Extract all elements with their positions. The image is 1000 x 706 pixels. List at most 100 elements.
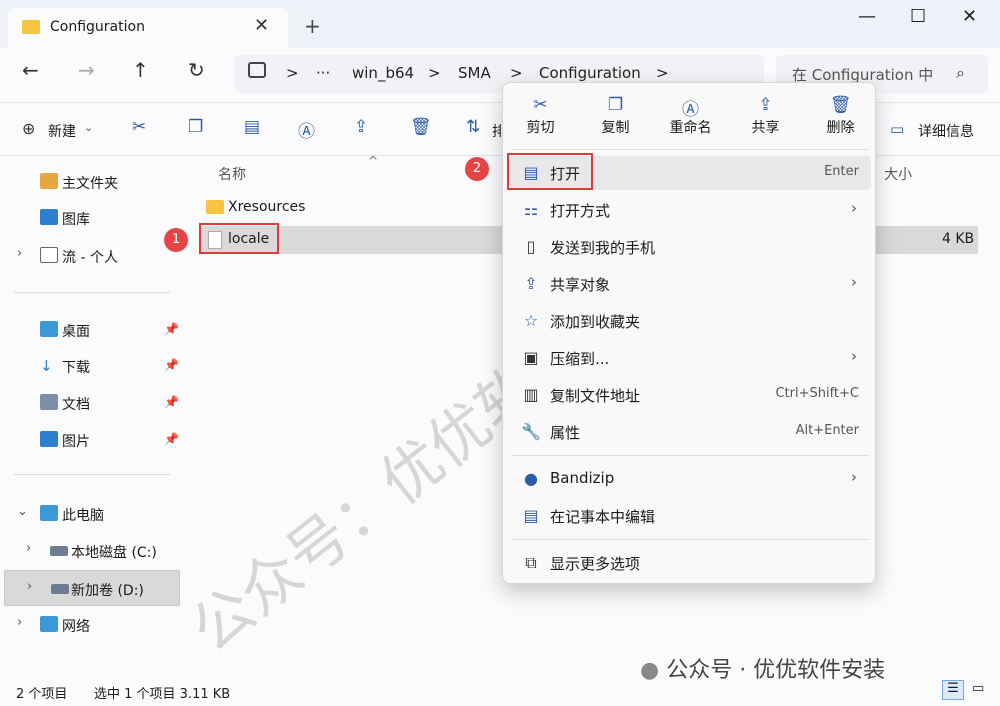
breadcrumb-win-b64[interactable]: win_b64 bbox=[352, 64, 414, 82]
breadcrumb-ellipsis[interactable]: ··· bbox=[316, 64, 330, 82]
pin-icon[interactable]: 📌 bbox=[164, 322, 179, 336]
refresh-button[interactable]: ↻ bbox=[188, 58, 205, 82]
folder-icon bbox=[22, 20, 40, 34]
open-with-icon: ⚏ bbox=[523, 200, 539, 219]
chevron-down-icon: ⌄ bbox=[84, 121, 94, 134]
menu-item-compress[interactable]: ▣ 压缩到... › bbox=[509, 341, 871, 375]
cut-icon[interactable]: ✂ bbox=[132, 117, 146, 137]
tab-title: Configuration bbox=[50, 19, 145, 35]
menu-item-share-with[interactable]: ⇪ 共享对象 › bbox=[509, 267, 871, 301]
column-header-name[interactable]: 名称 bbox=[218, 164, 246, 184]
copy-button[interactable]: ❐ 复制 bbox=[578, 95, 653, 137]
sidebar-item-gallery[interactable]: 图库 bbox=[0, 200, 182, 236]
chevron-right-icon: › bbox=[851, 273, 857, 291]
breadcrumb-configuration[interactable]: Configuration bbox=[539, 64, 641, 82]
sidebar-item-label: 下载 bbox=[62, 360, 90, 376]
tab-configuration[interactable]: Configuration ✕ bbox=[8, 8, 288, 48]
column-header-size[interactable]: 大小 bbox=[884, 164, 912, 184]
sidebar-item-network[interactable]: › 网络 bbox=[0, 607, 182, 643]
file-row[interactable]: Xresources bbox=[200, 194, 500, 222]
sidebar-item-thispc[interactable]: ⌄ 此电脑 bbox=[0, 496, 182, 532]
step-badge-2: 2 bbox=[465, 157, 489, 181]
back-button[interactable]: ← bbox=[22, 58, 39, 82]
sidebar-item-drive-c[interactable]: › 本地磁盘 (C:) bbox=[0, 533, 182, 569]
details-pane-button[interactable]: 详细信息 bbox=[918, 121, 974, 141]
chevron-right-icon[interactable]: › bbox=[26, 541, 31, 556]
close-window-button[interactable]: ✕ bbox=[962, 6, 977, 27]
details-view-icon[interactable]: ☰ bbox=[942, 680, 964, 700]
sidebar-item-personal[interactable]: › 流 - 个人 bbox=[0, 238, 182, 274]
sidebar-item-downloads[interactable]: ↓ 下载 📌 bbox=[0, 348, 182, 384]
sidebar-item-drive-d[interactable]: › 新加卷 (D:) bbox=[4, 570, 180, 606]
menu-item-properties[interactable]: 🔧 属性 Alt+Enter bbox=[509, 415, 871, 449]
share-icon[interactable]: ⇪ bbox=[354, 117, 368, 137]
details-pane-icon[interactable]: ▭ bbox=[890, 120, 904, 138]
breadcrumb-sma[interactable]: SMA bbox=[458, 64, 491, 82]
download-icon: ↓ bbox=[40, 357, 53, 375]
rename-button[interactable]: Ⓐ 重命名 bbox=[653, 95, 728, 137]
pin-icon[interactable]: 📌 bbox=[164, 395, 179, 409]
cut-button[interactable]: ✂ 剪切 bbox=[503, 95, 578, 137]
chevron-right-icon: › bbox=[851, 468, 857, 486]
share-button[interactable]: ⇪ 共享 bbox=[728, 95, 803, 137]
zip-icon: ▣ bbox=[523, 348, 539, 367]
gallery-icon bbox=[40, 209, 58, 225]
new-tab-button[interactable]: + bbox=[304, 14, 321, 38]
sidebar-item-documents[interactable]: 文档 📌 bbox=[0, 385, 182, 421]
paste-icon[interactable]: ▤ bbox=[244, 117, 260, 137]
pin-icon[interactable]: 📌 bbox=[164, 432, 179, 446]
home-icon bbox=[40, 173, 58, 189]
highlight-box bbox=[199, 223, 279, 254]
sidebar-item-label: 主文件夹 bbox=[62, 176, 118, 192]
new-icon[interactable]: ⊕ bbox=[22, 119, 35, 138]
step-badge-1: 1 bbox=[164, 228, 188, 252]
sort-icon[interactable]: ⇅ bbox=[466, 117, 480, 137]
menu-item-copy-path[interactable]: ▥ 复制文件地址 Ctrl+Shift+C bbox=[509, 378, 871, 412]
menu-item-edit-notepad[interactable]: ▤ 在记事本中编辑 bbox=[509, 499, 871, 533]
new-button[interactable]: 新建 bbox=[48, 121, 76, 141]
delete-button[interactable]: 🗑 删除 bbox=[803, 95, 878, 137]
pin-icon[interactable]: 📌 bbox=[164, 358, 179, 372]
chevron-right-icon[interactable]: › bbox=[17, 615, 22, 630]
network-icon bbox=[40, 616, 58, 632]
minimize-button[interactable]: — bbox=[858, 6, 876, 27]
document-icon bbox=[40, 247, 58, 263]
tab-close-icon[interactable]: ✕ bbox=[254, 15, 269, 36]
navigation-pane: 主文件夹 图库 › 流 - 个人 桌面 📌 ↓ 下载 📌 文档 📌 图片 📌 ⌄… bbox=[0, 156, 182, 676]
sidebar-item-home[interactable]: 主文件夹 bbox=[0, 164, 182, 200]
tiles-view-icon[interactable]: ▭ bbox=[972, 681, 984, 696]
highlight-box bbox=[507, 153, 593, 190]
star-icon: ☆ bbox=[523, 311, 539, 330]
chevron-right-icon[interactable]: › bbox=[27, 579, 32, 594]
chevron-down-icon[interactable]: ⌄ bbox=[17, 504, 28, 519]
chevron-right-icon: › bbox=[851, 347, 857, 365]
selection-info: 选中 1 个项目 3.11 KB bbox=[94, 687, 231, 702]
menu-item-bandizip[interactable]: ● Bandizip › bbox=[509, 462, 871, 496]
sidebar-item-desktop[interactable]: 桌面 📌 bbox=[0, 312, 182, 348]
forward-button[interactable]: → bbox=[78, 58, 95, 82]
wrench-icon: 🔧 bbox=[521, 422, 541, 441]
file-name: Xresources bbox=[228, 199, 306, 215]
copy-icon: ❐ bbox=[607, 95, 624, 115]
sidebar-item-label: 流 - 个人 bbox=[62, 250, 118, 266]
sidebar-item-pictures[interactable]: 图片 📌 bbox=[0, 422, 182, 458]
wechat-icon: ● bbox=[640, 658, 660, 683]
rename-icon: Ⓐ bbox=[682, 100, 699, 120]
menu-item-show-more[interactable]: ⧉ 显示更多选项 bbox=[509, 546, 871, 580]
menu-item-send-to-phone[interactable]: ▯ 发送到我的手机 bbox=[509, 230, 871, 264]
desktop-icon bbox=[40, 321, 58, 337]
sidebar-item-label: 图片 bbox=[62, 434, 90, 450]
sidebar-item-label: 本地磁盘 (C:) bbox=[71, 545, 157, 561]
chevron-right-icon[interactable]: › bbox=[17, 246, 22, 261]
up-button[interactable]: ↑ bbox=[132, 58, 149, 82]
copy-path-icon: ▥ bbox=[523, 385, 539, 404]
menu-item-add-favorites[interactable]: ☆ 添加到收藏夹 bbox=[509, 304, 871, 338]
delete-icon[interactable]: 🗑 bbox=[410, 117, 432, 137]
breadcrumb-sep: > bbox=[656, 64, 669, 82]
rename-icon[interactable]: Ⓐ bbox=[298, 117, 315, 142]
menu-item-open-with[interactable]: ⚏ 打开方式 › bbox=[509, 193, 871, 227]
maximize-button[interactable]: ☐ bbox=[910, 6, 926, 27]
documents-icon bbox=[40, 394, 58, 410]
breadcrumb-sep: > bbox=[510, 64, 523, 82]
copy-icon[interactable]: ❐ bbox=[188, 117, 203, 137]
